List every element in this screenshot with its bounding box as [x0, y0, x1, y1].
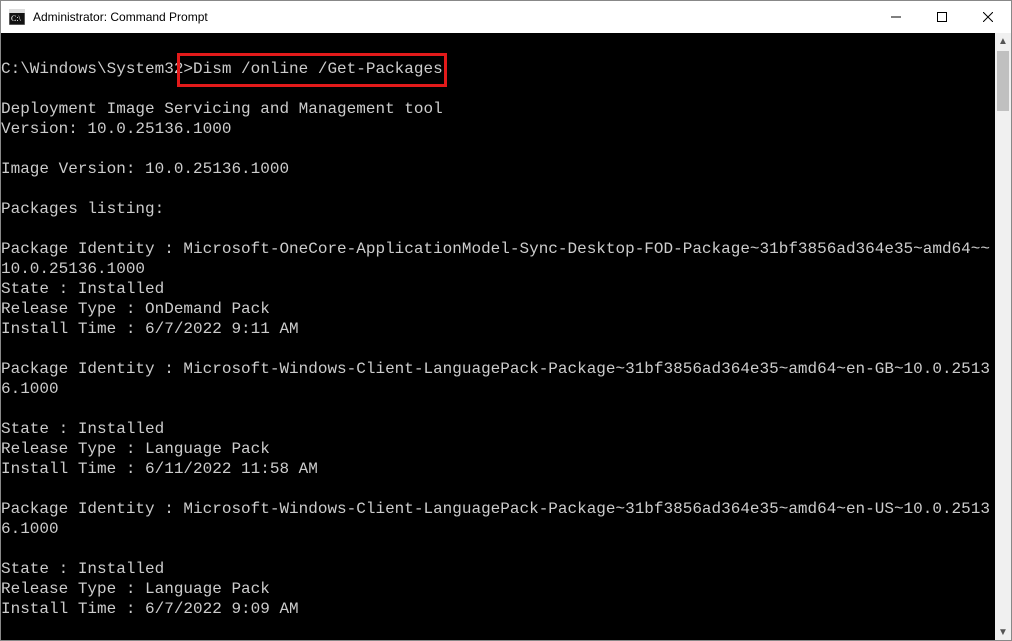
terminal-line — [1, 399, 995, 419]
window-title: Administrator: Command Prompt — [33, 10, 873, 24]
terminal-line: Image Version: 10.0.25136.1000 — [1, 159, 995, 179]
terminal-line: State : Installed — [1, 419, 995, 439]
prompt-text: C:\Windows\System32> — [1, 60, 193, 78]
terminal-line — [1, 139, 995, 159]
terminal-line: Package Identity : Microsoft-Windows-Eth… — [1, 639, 995, 640]
terminal-line — [1, 39, 995, 59]
scroll-up-icon[interactable]: ▲ — [995, 33, 1011, 49]
terminal-line: Release Type : Language Pack — [1, 439, 995, 459]
command-text: Dism /online /Get-Packages — [193, 60, 443, 78]
terminal-line — [1, 539, 995, 559]
terminal-line — [1, 339, 995, 359]
maximize-button[interactable] — [919, 1, 965, 33]
terminal-line: State : Installed — [1, 559, 995, 579]
terminal-line — [1, 479, 995, 499]
terminal-line — [1, 79, 995, 99]
terminal-line: Package Identity : Microsoft-Windows-Cli… — [1, 499, 995, 539]
close-button[interactable] — [965, 1, 1011, 33]
terminal-output[interactable]: C:\Windows\System32>Dism /online /Get-Pa… — [1, 33, 995, 640]
titlebar[interactable]: C:\ Administrator: Command Prompt — [1, 1, 1011, 33]
terminal-line: Version: 10.0.25136.1000 — [1, 119, 995, 139]
terminal-line: Packages listing: — [1, 199, 995, 219]
svg-text:C:\: C:\ — [11, 14, 22, 23]
terminal-area: C:\Windows\System32>Dism /online /Get-Pa… — [1, 33, 1011, 640]
terminal-line: Package Identity : Microsoft-Windows-Cli… — [1, 359, 995, 399]
terminal-line — [1, 619, 995, 639]
terminal-line: Deployment Image Servicing and Managemen… — [1, 99, 995, 119]
scrollbar-thumb[interactable] — [997, 51, 1009, 111]
terminal-line — [1, 179, 995, 199]
terminal-line: Release Type : Language Pack — [1, 579, 995, 599]
window-controls — [873, 1, 1011, 33]
terminal-line — [1, 219, 995, 239]
terminal-line: Install Time : 6/7/2022 9:11 AM — [1, 319, 995, 339]
terminal-line: Install Time : 6/7/2022 9:09 AM — [1, 599, 995, 619]
scrollbar[interactable]: ▲ ▼ — [995, 33, 1011, 640]
scroll-down-icon[interactable]: ▼ — [995, 624, 1011, 640]
terminal-line: Release Type : OnDemand Pack — [1, 299, 995, 319]
terminal-line: State : Installed — [1, 279, 995, 299]
terminal-line: Package Identity : Microsoft-OneCore-App… — [1, 239, 995, 279]
minimize-button[interactable] — [873, 1, 919, 33]
cmd-icon: C:\ — [9, 9, 25, 25]
terminal-line: Install Time : 6/11/2022 11:58 AM — [1, 459, 995, 479]
terminal-line: C:\Windows\System32>Dism /online /Get-Pa… — [1, 59, 995, 79]
